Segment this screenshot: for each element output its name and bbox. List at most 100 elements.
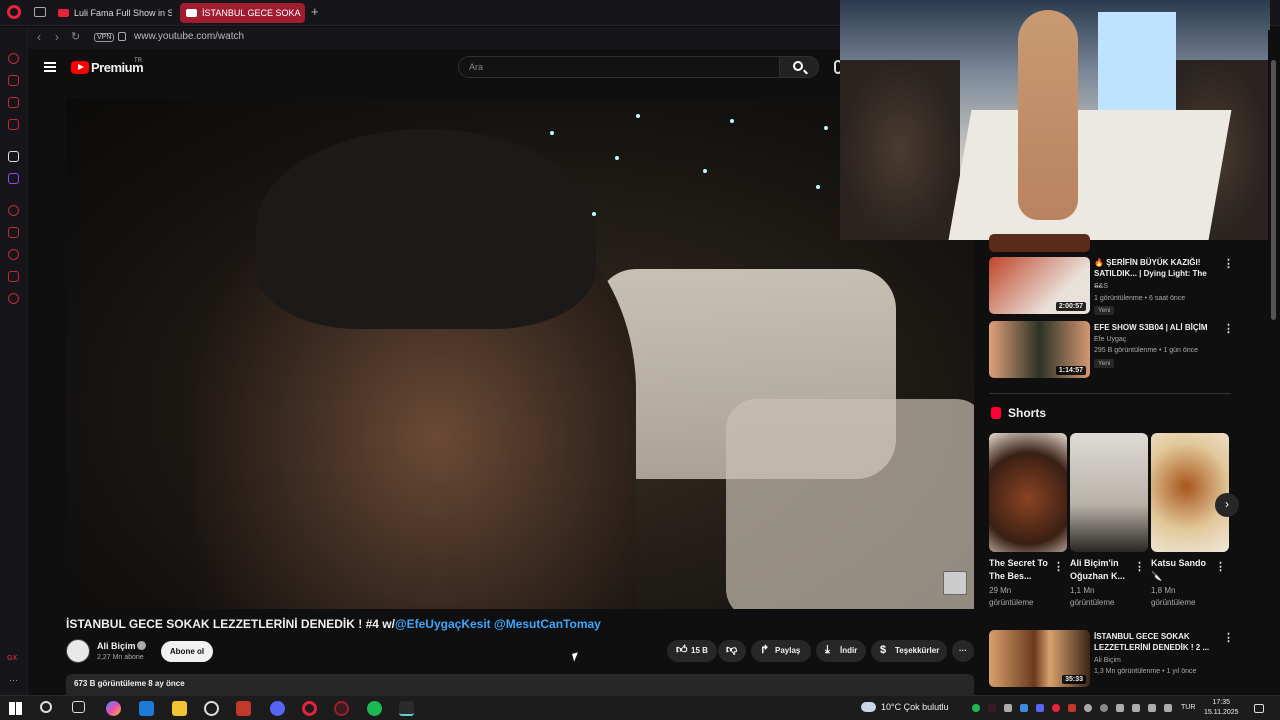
mention-link[interactable]: @EfeUygaçKesit: [395, 617, 491, 631]
scrollbar-thumb[interactable]: [1271, 60, 1276, 320]
tray-opera-icon[interactable]: [1052, 704, 1060, 712]
share-button[interactable]: ↱ Paylaş: [751, 640, 811, 662]
notification-icon[interactable]: [1254, 704, 1264, 713]
gx-label[interactable]: GX: [7, 655, 17, 662]
search-input[interactable]: Ara: [458, 56, 780, 78]
channel-name[interactable]: Efe Uygaç: [1094, 336, 1126, 343]
language-indicator[interactable]: TUR: [1181, 704, 1195, 711]
network-icon[interactable]: [1132, 704, 1140, 712]
download-button[interactable]: ⤓ İndir: [816, 640, 866, 662]
twitch-icon[interactable]: [8, 173, 19, 184]
like-count: 15 B: [691, 646, 708, 655]
opera-icon[interactable]: [302, 701, 317, 716]
reload-icon[interactable]: ↻: [71, 30, 80, 43]
channel-avatar[interactable]: [66, 639, 90, 663]
short-thumbnail[interactable]: [1151, 433, 1229, 552]
aria-icon[interactable]: [8, 53, 19, 64]
video-frame-seat-lower: [726, 399, 974, 609]
extensions-icon[interactable]: [8, 271, 19, 282]
system-clock[interactable]: 17:35 15.11.2025: [1204, 698, 1239, 718]
vpn-badge[interactable]: VPN: [94, 33, 115, 42]
video-player[interactable]: [66, 99, 974, 609]
short-thumbnail[interactable]: [989, 433, 1067, 552]
tab-overview-icon[interactable]: [34, 7, 46, 17]
channel-watermark-icon[interactable]: [943, 571, 967, 595]
search-button[interactable]: [779, 56, 819, 78]
short-title[interactable]: Katsu Sando 🔪: [1151, 557, 1215, 583]
menu-icon[interactable]: [44, 62, 56, 72]
battery-icon[interactable]: [1164, 704, 1172, 712]
more-icon[interactable]: ···: [9, 675, 18, 685]
task-view-icon[interactable]: [72, 701, 85, 713]
video-thumbnail[interactable]: [989, 234, 1090, 252]
opera-menu-icon[interactable]: [7, 5, 21, 19]
spotify-icon[interactable]: [367, 701, 382, 716]
outlook-icon[interactable]: [139, 701, 154, 716]
bookmarks-icon[interactable]: [8, 227, 19, 238]
video-title[interactable]: İSTANBUL GECE SOKAK LEZZETLERİNİ DENEDİK…: [1094, 631, 1212, 653]
video-title[interactable]: EFE SHOW S3B04 | ALİ BİÇİM: [1094, 322, 1212, 333]
more-actions-icon[interactable]: ⋮: [1223, 322, 1234, 335]
back-icon[interactable]: ‹: [37, 30, 41, 44]
app-icon[interactable]: [236, 701, 251, 716]
thanks-button[interactable]: $ Teşekkürler: [871, 640, 947, 662]
lock-icon[interactable]: [118, 32, 126, 41]
tray-icon[interactable]: [1068, 704, 1076, 712]
history-icon[interactable]: [8, 249, 19, 260]
forward-icon[interactable]: ›: [55, 30, 59, 44]
video-title[interactable]: 🔥 ŞERİFİN BÜYÜK KAZIĞI! SATILDIK... | Dy…: [1094, 257, 1212, 290]
audio-playing-icon: [186, 9, 197, 17]
tray-icon[interactable]: [988, 704, 996, 712]
player-icon[interactable]: [8, 205, 19, 216]
picture-in-picture-video[interactable]: [840, 0, 1270, 240]
video-thumbnail[interactable]: 1:14:57: [989, 321, 1090, 378]
app-icon[interactable]: [399, 701, 414, 716]
discord-icon[interactable]: [270, 701, 285, 716]
more-actions-icon[interactable]: ⋮: [1223, 257, 1234, 270]
channel-name[interactable]: Ali Biçim: [1094, 657, 1121, 664]
short-title[interactable]: The Secret To The Bes...: [989, 557, 1053, 583]
workspace-icon[interactable]: [8, 151, 19, 162]
more-actions-icon[interactable]: ⋮: [1134, 560, 1145, 573]
tray-steam-icon[interactable]: [1020, 704, 1028, 712]
tab-istanbul[interactable]: İSTANBUL GECE SOKA: [180, 3, 305, 23]
youtube-logo-icon[interactable]: [71, 61, 89, 74]
file-explorer-icon[interactable]: [172, 701, 187, 716]
channel-name[interactable]: Ali Biçim: [97, 641, 136, 651]
more-actions-button[interactable]: ···: [952, 640, 974, 662]
short-title[interactable]: Ali Biçim'in Oğuzhan K...: [1070, 557, 1134, 583]
channel-name[interactable]: S&S: [1094, 283, 1108, 290]
weather-widget[interactable]: 10°C Çok bulutlu: [861, 702, 949, 712]
windows-start-icon[interactable]: [9, 702, 22, 715]
search-icon[interactable]: [40, 701, 52, 713]
shorts-next-button[interactable]: ›: [1215, 493, 1239, 517]
more-actions-icon[interactable]: ⋮: [1223, 631, 1234, 644]
messenger-icon[interactable]: [8, 97, 19, 108]
more-actions-icon[interactable]: ⋮: [1053, 560, 1064, 573]
like-button[interactable]: 👍︎ 15 B: [667, 640, 717, 662]
copilot-icon[interactable]: [106, 701, 121, 716]
tray-discord-icon[interactable]: [1036, 704, 1044, 712]
description-box[interactable]: 673 B görüntüleme 8 ay önce: [66, 674, 974, 695]
settings-icon[interactable]: [8, 293, 19, 304]
mention-link[interactable]: @MesutCanTomay: [494, 617, 601, 631]
tray-icon[interactable]: [1004, 704, 1012, 712]
app-icon[interactable]: [204, 701, 219, 716]
more-actions-icon[interactable]: ⋮: [1215, 560, 1226, 573]
opera-gx-icon[interactable]: [334, 701, 349, 716]
microphone-icon[interactable]: [1116, 704, 1124, 712]
dislike-button[interactable]: 👎︎: [718, 640, 746, 662]
short-thumbnail[interactable]: [1070, 433, 1148, 552]
video-thumbnail[interactable]: 2:00:57: [989, 257, 1090, 314]
subscribe-button[interactable]: Abone ol: [161, 641, 213, 662]
url-field[interactable]: www.youtube.com/watch: [134, 31, 244, 42]
tray-spotify-icon[interactable]: [972, 704, 980, 712]
music-icon[interactable]: [8, 119, 19, 130]
tray-icon[interactable]: [1100, 704, 1108, 712]
volume-icon[interactable]: [1148, 704, 1156, 712]
shopping-icon[interactable]: [8, 75, 19, 86]
tray-icon[interactable]: [1084, 704, 1092, 712]
tab-luli-fama[interactable]: Luli Fama Full Show in SLO: [52, 3, 172, 23]
new-tab-button[interactable]: +: [311, 4, 319, 19]
video-thumbnail[interactable]: 35:33: [989, 630, 1090, 687]
